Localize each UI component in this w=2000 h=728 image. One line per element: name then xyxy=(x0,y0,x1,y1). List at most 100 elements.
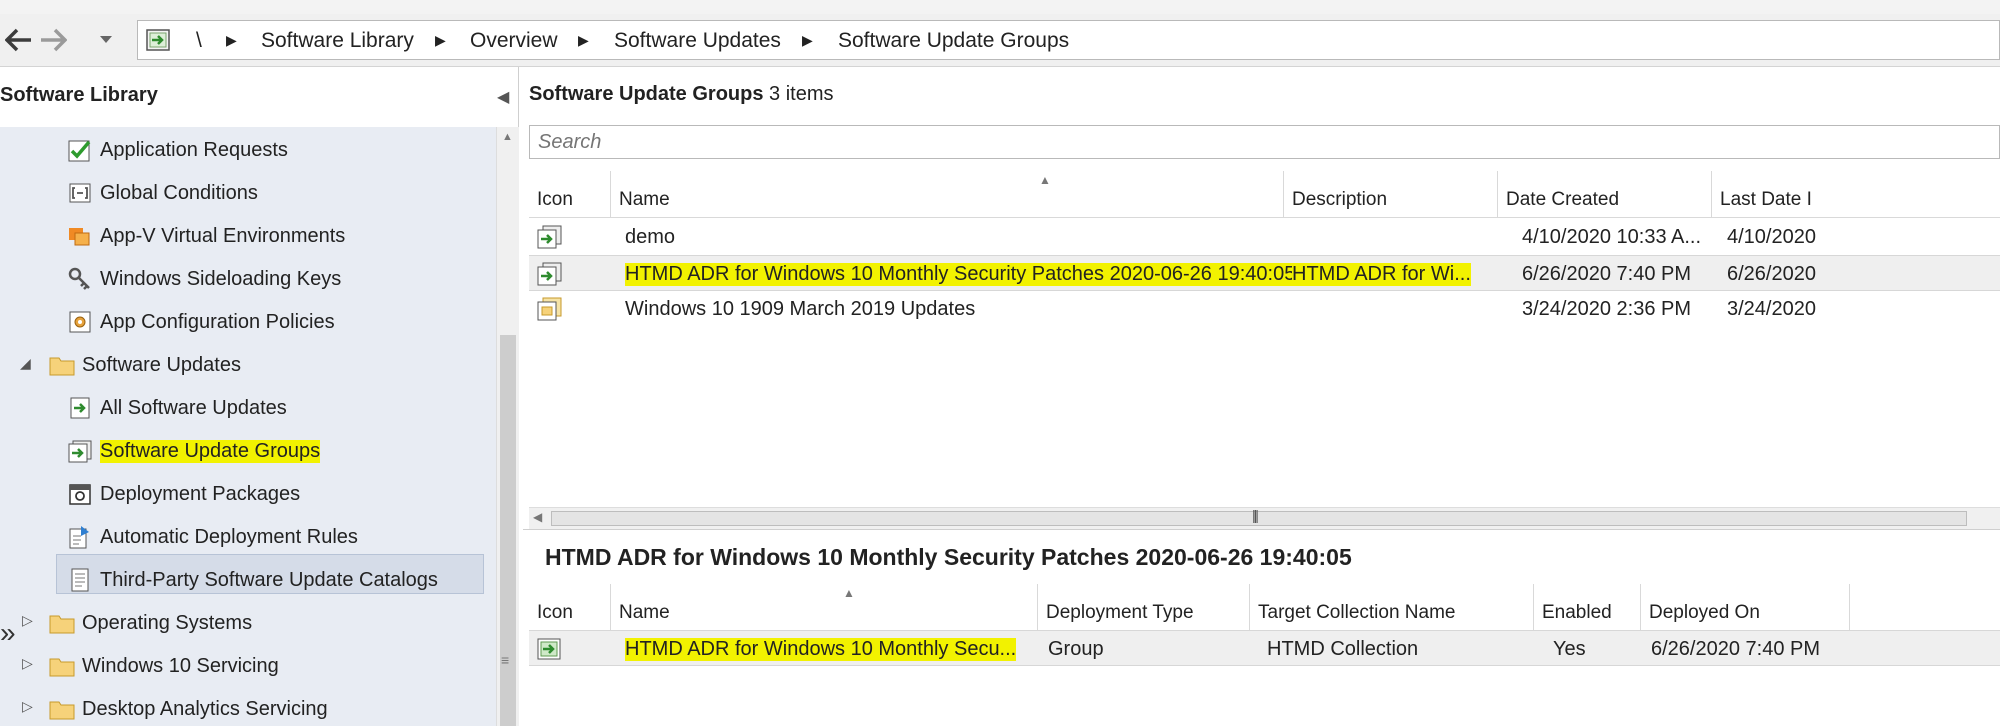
row-date-created: 6/26/2020 7:40 PM xyxy=(1522,262,1692,285)
column-header-target-collection[interactable]: Target Collection Name xyxy=(1250,584,1534,630)
breadcrumb-software-update-groups[interactable]: Software Update Groups xyxy=(838,29,1069,53)
tree-item-software-update-groups[interactable]: Software Update Groups xyxy=(66,432,321,470)
tree-item-label: App-V Virtual Environments xyxy=(100,224,346,247)
column-header-name[interactable]: Name xyxy=(611,584,1038,630)
updates-icon xyxy=(66,394,94,422)
row-last-date: 4/10/2020 xyxy=(1727,225,1816,248)
splitter-grip-icon[interactable]: ≡ xyxy=(501,652,509,668)
breadcrumb-separator-icon[interactable]: ▶ xyxy=(802,32,813,49)
navigation-vertical-scrollbar[interactable]: ▲ ≡ xyxy=(496,127,519,726)
table-row-selected[interactable]: HTMD ADR for Windows 10 Monthly Security… xyxy=(529,255,2000,291)
collapse-pane-icon[interactable]: ◀ xyxy=(497,87,509,107)
tree-item-label: Software Update Groups xyxy=(100,439,321,463)
adr-icon xyxy=(66,523,94,551)
column-header-deployment-type[interactable]: Deployment Type xyxy=(1038,584,1250,630)
application-requests-icon xyxy=(66,136,94,164)
global-conditions-icon xyxy=(66,179,94,207)
back-arrow-icon xyxy=(5,28,31,52)
tree-item-label: Third-Party Software Update Catalogs xyxy=(100,568,438,591)
tree-item-windows-sideloading-keys[interactable]: Windows Sideloading Keys xyxy=(66,260,341,298)
tree-item-automatic-deployment-rules[interactable]: Automatic Deployment Rules xyxy=(66,518,358,556)
appv-icon xyxy=(66,222,94,250)
collapsed-arrow-icon[interactable]: ▷ xyxy=(22,612,33,629)
window-top-strip xyxy=(0,0,2000,15)
column-header-icon[interactable]: Icon xyxy=(529,171,611,217)
tree-item-application-requests[interactable]: Application Requests xyxy=(66,131,288,169)
collapsed-arrow-icon[interactable]: ▷ xyxy=(22,698,33,715)
tree-item-windows-10-servicing[interactable]: Windows 10 Servicing xyxy=(48,647,279,685)
deployment-type: Group xyxy=(1048,637,1104,660)
collapsed-arrow-icon[interactable]: ▷ xyxy=(22,655,33,672)
back-button[interactable] xyxy=(2,24,36,56)
tree-item-global-conditions[interactable]: Global Conditions xyxy=(66,174,258,212)
tree-item-label: All Software Updates xyxy=(100,396,287,419)
history-dropdown-button[interactable] xyxy=(94,24,118,56)
tree-item-all-software-updates[interactable]: All Software Updates xyxy=(66,389,287,427)
deployment-row[interactable]: HTMD ADR for Windows 10 Monthly Secu... … xyxy=(529,630,2000,666)
deployment-enabled: Yes xyxy=(1553,637,1586,660)
deployment-icon xyxy=(535,631,563,667)
expand-pane-icon[interactable]: » xyxy=(0,617,16,649)
search-input[interactable] xyxy=(530,126,1999,158)
column-header-name[interactable]: Name xyxy=(611,171,1284,217)
console-node-icon xyxy=(144,27,172,58)
tree-item-label: App Configuration Policies xyxy=(100,310,335,333)
package-icon xyxy=(66,480,94,508)
results-horizontal-scrollbar[interactable]: ◀ ||| xyxy=(529,507,2000,530)
update-group-icon xyxy=(535,256,563,292)
navigation-pane-header: Software Library ◀ xyxy=(0,67,518,127)
breadcrumb-separator-icon[interactable]: ▶ xyxy=(226,32,237,49)
breadcrumb-separator-icon[interactable]: ▶ xyxy=(578,32,589,49)
column-header-date-created[interactable]: Date Created xyxy=(1498,171,1712,217)
tree-item-third-party-catalogs[interactable]: Third-Party Software Update Catalogs xyxy=(66,561,438,599)
breadcrumb-root[interactable]: \ xyxy=(196,29,202,53)
address-bar[interactable]: \ ▶ Software Library ▶ Overview ▶ Softwa… xyxy=(137,20,2000,60)
results-pane: Software Update Groups 3 items ▲ Icon Na… xyxy=(523,67,2000,727)
column-header-deployed-on[interactable]: Deployed On xyxy=(1641,584,1850,630)
tree-item-label: Windows 10 Servicing xyxy=(82,654,279,677)
navigation-pane: Software Library ◀ Application Requests … xyxy=(0,67,519,726)
chevron-down-icon xyxy=(100,36,112,43)
tree-item-desktop-analytics-servicing[interactable]: Desktop Analytics Servicing xyxy=(48,690,328,728)
results-header: Software Update Groups 3 items xyxy=(529,83,834,106)
column-header-icon[interactable]: Icon xyxy=(529,584,611,630)
tree-item-label: Desktop Analytics Servicing xyxy=(82,697,328,720)
scroll-left-icon[interactable]: ◀ xyxy=(533,510,542,524)
results-grid-header: ▲ Icon Name Description Date Created Las… xyxy=(529,171,2000,218)
folder-icon xyxy=(48,695,76,723)
row-name: demo xyxy=(625,225,676,248)
tree-item-label: Software Updates xyxy=(82,353,241,376)
tree-item-label: Operating Systems xyxy=(82,611,253,634)
scrollbar-thumb[interactable]: ||| xyxy=(551,507,1967,526)
breadcrumb-overview[interactable]: Overview xyxy=(470,29,558,53)
forward-button[interactable] xyxy=(36,24,70,56)
column-header-description[interactable]: Description xyxy=(1284,171,1498,217)
catalog-icon xyxy=(66,566,94,594)
deployments-grid-header: ▲ Icon Name Deployment Type Target Colle… xyxy=(529,584,2000,631)
table-row[interactable]: Windows 10 1909 March 2019 Updates 3/24/… xyxy=(529,291,2000,327)
tree-item-label: Windows Sideloading Keys xyxy=(100,267,342,290)
tree-item-app-configuration-policies[interactable]: App Configuration Policies xyxy=(66,303,335,341)
breadcrumb-software-library[interactable]: Software Library xyxy=(261,29,414,53)
row-last-date: 3/24/2020 xyxy=(1727,297,1816,320)
forward-arrow-icon xyxy=(41,28,67,52)
tree-item-label: Global Conditions xyxy=(100,181,258,204)
tree-item-software-updates[interactable]: Software Updates xyxy=(48,346,241,384)
navigation-bar: \ ▶ Software Library ▶ Overview ▶ Softwa… xyxy=(0,14,2000,67)
breadcrumb-software-updates[interactable]: Software Updates xyxy=(614,29,781,53)
tree-item-appv-virtual-environments[interactable]: App-V Virtual Environments xyxy=(66,217,345,255)
column-header-enabled[interactable]: Enabled xyxy=(1534,584,1641,630)
tree-item-deployment-packages[interactable]: Deployment Packages xyxy=(66,475,300,513)
search-box[interactable] xyxy=(529,125,2000,159)
column-header-last-date[interactable]: Last Date I xyxy=(1712,171,2000,217)
expanded-arrow-icon[interactable]: ◢ xyxy=(20,355,31,372)
tree-item-operating-systems[interactable]: Operating Systems xyxy=(48,604,252,642)
folder-icon xyxy=(48,652,76,680)
folder-icon xyxy=(48,351,76,379)
deployment-target-collection: HTMD Collection xyxy=(1267,637,1419,660)
scroll-up-icon[interactable]: ▲ xyxy=(502,131,513,143)
details-title: HTMD ADR for Windows 10 Monthly Security… xyxy=(545,544,1352,570)
table-row[interactable]: demo 4/10/2020 10:33 A... 4/10/2020 xyxy=(529,219,2000,255)
results-title: Software Update Groups xyxy=(529,83,764,105)
breadcrumb-separator-icon[interactable]: ▶ xyxy=(435,32,446,49)
